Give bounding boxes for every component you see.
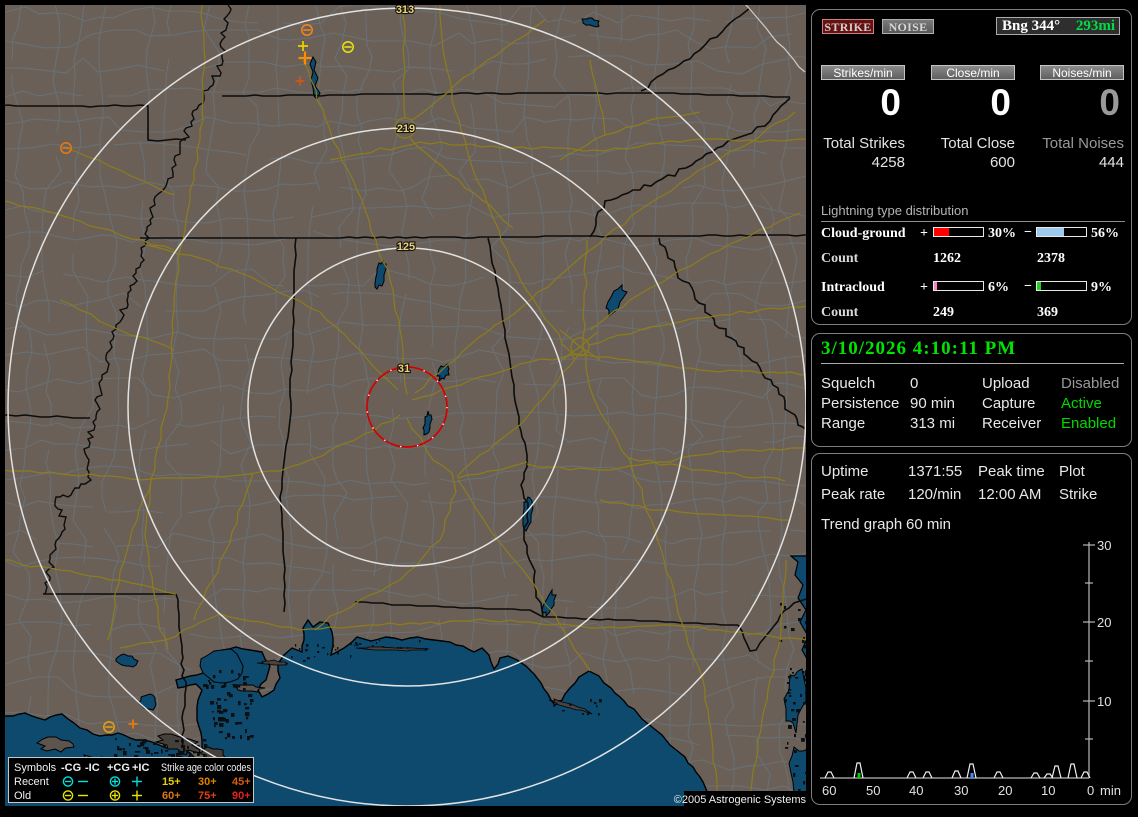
svg-text:40: 40 <box>909 783 923 798</box>
svg-text:30: 30 <box>1097 538 1111 553</box>
svg-text:0: 0 <box>1087 783 1094 798</box>
svg-text:75+: 75+ <box>198 790 217 802</box>
svg-text:30+: 30+ <box>198 776 217 788</box>
svg-text:90+: 90+ <box>232 790 251 802</box>
svg-text:219: 219 <box>397 123 415 135</box>
svg-text:10: 10 <box>1041 783 1055 798</box>
svg-text:+IC: +IC <box>132 762 149 774</box>
svg-text:Recent: Recent <box>14 776 49 788</box>
svg-text:60+: 60+ <box>162 790 181 802</box>
svg-text:45+: 45+ <box>232 776 251 788</box>
svg-text:10: 10 <box>1097 694 1111 709</box>
svg-text:-CG: -CG <box>61 762 81 774</box>
svg-text:50: 50 <box>866 783 880 798</box>
svg-text:©2005 Astrogenic Systems: ©2005 Astrogenic Systems <box>674 794 807 806</box>
svg-text:60: 60 <box>822 783 836 798</box>
svg-text:15+: 15+ <box>162 776 181 788</box>
svg-text:313: 313 <box>396 4 414 16</box>
svg-text:min: min <box>1100 783 1121 798</box>
svg-text:Strike age color codes: Strike age color codes <box>161 762 251 774</box>
svg-text:20: 20 <box>998 783 1012 798</box>
svg-text:Old: Old <box>14 790 31 802</box>
svg-text:-IC: -IC <box>85 762 100 774</box>
svg-text:30: 30 <box>954 783 968 798</box>
svg-text:125: 125 <box>397 241 415 253</box>
svg-text:+CG: +CG <box>107 762 130 774</box>
svg-text:Symbols: Symbols <box>14 762 57 774</box>
svg-text:31: 31 <box>398 363 410 375</box>
svg-text:20: 20 <box>1097 615 1111 630</box>
